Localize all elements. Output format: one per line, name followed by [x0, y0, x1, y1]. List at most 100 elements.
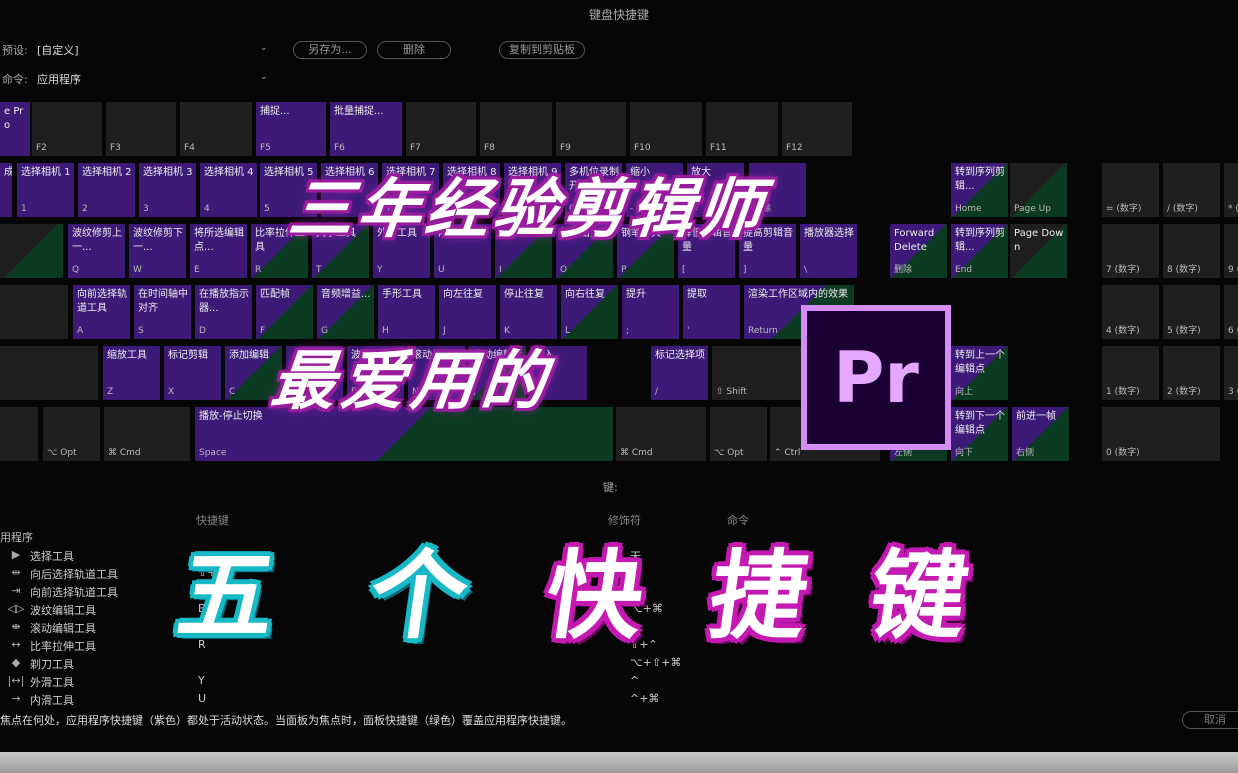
- key[interactable]: 转到下一个编辑点 向下: [951, 407, 1008, 461]
- cancel-button[interactable]: 取消: [1182, 711, 1238, 729]
- numpad-key[interactable]: 9 (数: [1224, 224, 1238, 278]
- key[interactable]: 标记剪辑 X: [164, 346, 221, 400]
- key-label: F9: [560, 143, 571, 153]
- key[interactable]: 标记选择项 /: [651, 346, 708, 400]
- numpad-key[interactable]: 4 (数字): [1102, 285, 1159, 339]
- numpad-key[interactable]: 7 (数字): [1102, 224, 1159, 278]
- key-label: F7: [410, 143, 421, 153]
- key[interactable]: F7: [406, 102, 476, 156]
- key-label: Y: [377, 265, 383, 275]
- key[interactable]: F3: [106, 102, 176, 156]
- key[interactable]: 提升;: [622, 285, 679, 339]
- tool-icon: ▶: [11, 548, 21, 561]
- bottom-bar: [0, 752, 1238, 773]
- key[interactable]: 转到序列剪辑... Home: [951, 163, 1008, 217]
- key[interactable]: ⌥ Opt: [710, 407, 767, 461]
- key-label: E: [194, 265, 200, 275]
- key[interactable]: ⌘ Cmd: [104, 407, 190, 461]
- numpad-key[interactable]: 8 (数字): [1163, 224, 1220, 278]
- key[interactable]: [0, 224, 63, 278]
- key-command: 批量捕捉...: [334, 106, 384, 117]
- key[interactable]: 向前选择轨道工具 A: [73, 285, 130, 339]
- key[interactable]: 缩放工具 Z: [103, 346, 160, 400]
- numpad-key[interactable]: 5 (数字): [1163, 285, 1220, 339]
- key[interactable]: 提取 ': [683, 285, 740, 339]
- key[interactable]: F12: [782, 102, 852, 156]
- key[interactable]: F11: [706, 102, 778, 156]
- numpad-key[interactable]: 6 (数: [1224, 285, 1238, 339]
- key-label: * (数: [1228, 204, 1238, 214]
- numpad-key[interactable]: / (数字): [1163, 163, 1220, 217]
- key[interactable]: ⌥ Opt: [43, 407, 100, 461]
- key-label: Return: [748, 326, 778, 336]
- key[interactable]: 转到序列剪辑... End: [951, 224, 1008, 278]
- numpad-key[interactable]: * (数: [1224, 163, 1238, 217]
- key[interactable]: 批量捕捉... F6: [330, 102, 402, 156]
- key-command: 选择相机 1: [21, 167, 71, 178]
- command-dropdown[interactable]: 应用程序: [37, 71, 81, 87]
- key-label: Z: [107, 387, 114, 397]
- list-row[interactable]: → 内滑工具 U ^+⌘: [0, 690, 1238, 708]
- key-label: ⌥ Opt: [714, 448, 744, 458]
- key[interactable]: 在播放指示器... D: [195, 285, 252, 339]
- key[interactable]: 选择相机 3 3: [139, 163, 196, 217]
- key-label: 6 (数: [1228, 326, 1238, 336]
- key-label: ⌃ Ctrl: [774, 448, 801, 458]
- key-label: F5: [260, 143, 271, 153]
- key[interactable]: Forward Delete 删除: [890, 224, 947, 278]
- key-label: L: [565, 326, 571, 336]
- key-label: O: [560, 265, 568, 275]
- key[interactable]: 向右往复 L: [561, 285, 618, 339]
- key[interactable]: Page Down: [1010, 224, 1067, 278]
- key[interactable]: 将所选编辑点... E: [190, 224, 247, 278]
- key-label: / (数字): [1167, 204, 1198, 214]
- key[interactable]: [0, 407, 38, 461]
- key[interactable]: F9: [556, 102, 626, 156]
- delete-button[interactable]: 删除: [377, 41, 451, 59]
- numpad-key[interactable]: 1 (数字): [1102, 346, 1159, 400]
- key[interactable]: 捕捉... F5: [256, 102, 326, 156]
- key[interactable]: Page Up: [1010, 163, 1067, 217]
- copy-to-clipboard-button[interactable]: 复制到剪贴板: [499, 41, 585, 59]
- key-label: X: [168, 387, 175, 397]
- numpad-key[interactable]: 3 (数: [1224, 346, 1238, 400]
- key[interactable]: F4: [180, 102, 252, 156]
- key-label: Q: [72, 265, 80, 275]
- row-name: 选择工具: [30, 550, 74, 563]
- key[interactable]: ⌘ Cmd: [616, 407, 706, 461]
- numpad-key[interactable]: = (数字): [1102, 163, 1159, 217]
- list-row[interactable]: |↔| 外滑工具 Y ^: [0, 672, 1238, 690]
- key[interactable]: e Pro: [0, 102, 30, 156]
- key-command: 提升: [626, 289, 646, 300]
- key-label: 8 (数字): [1167, 265, 1201, 275]
- key[interactable]: F8: [480, 102, 552, 156]
- key[interactable]: [0, 285, 68, 339]
- key[interactable]: 波纹修剪上一... Q: [68, 224, 125, 278]
- key[interactable]: 选择相机 1 1: [17, 163, 74, 217]
- key-command: 渲染工作区域内的效果: [748, 289, 848, 300]
- preset-dropdown[interactable]: [自定义]: [37, 42, 79, 58]
- key[interactable]: 成: [0, 163, 12, 217]
- key[interactable]: F10: [630, 102, 702, 156]
- tool-icon: →: [11, 692, 21, 705]
- list-group-application[interactable]: 用程序: [0, 529, 33, 545]
- key[interactable]: [0, 346, 98, 400]
- chevron-down-icon[interactable]: ⌄: [260, 72, 268, 82]
- key[interactable]: 在时间轴中对齐 S: [134, 285, 191, 339]
- key[interactable]: 波纹修剪下一... W: [129, 224, 186, 278]
- save-as-button[interactable]: 另存为...: [293, 41, 367, 59]
- chevron-down-icon[interactable]: ⌄: [260, 43, 268, 53]
- key[interactable]: F2: [32, 102, 102, 156]
- key[interactable]: 选择相机 4 4: [200, 163, 257, 217]
- key[interactable]: 播放器选择 \: [800, 224, 857, 278]
- key-label: ': [687, 326, 690, 336]
- key[interactable]: 转到上一个编辑点 向上: [951, 346, 1008, 400]
- key[interactable]: 前进一帧 右侧: [1012, 407, 1069, 461]
- numpad-key[interactable]: [1163, 407, 1220, 461]
- key-command: 前进一帧: [1016, 411, 1056, 422]
- key-label: C: [229, 387, 236, 397]
- overlay-big-char-5: 键: [862, 540, 975, 652]
- key[interactable]: 选择相机 2 2: [78, 163, 135, 217]
- key-label: S: [138, 326, 144, 336]
- numpad-key[interactable]: 2 (数字): [1163, 346, 1220, 400]
